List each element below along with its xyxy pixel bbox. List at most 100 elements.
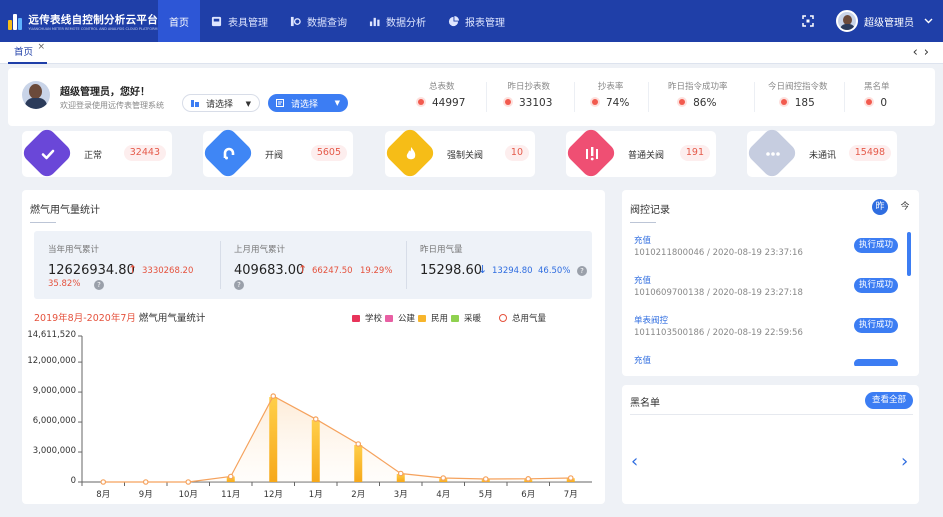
logo-icon (8, 12, 22, 30)
status-badge: 执行成功 (853, 238, 898, 253)
status-dot (679, 99, 686, 105)
x-tick-label: 2月 (351, 490, 366, 500)
card-label: 正常 (84, 151, 103, 161)
toggle-yesterday[interactable]: 昨 (872, 199, 888, 215)
nav-meter-label: 表具管理 (228, 17, 268, 29)
list-item[interactable]: 单表阀控 1011103500186 / 2020-08-19 22:59:56… (628, 312, 906, 348)
gas-summary: 当年用气累计 12626934.80 ↑ 3330268.20 35.82% ?… (34, 231, 592, 299)
record-detail: 1010609700138 / 2020-08-19 23:27:18 (634, 288, 803, 298)
status-dot (592, 99, 598, 105)
help-icon[interactable]: ? (94, 280, 104, 290)
status-card-normal-close[interactable]: 普通关阀 191 (564, 126, 716, 180)
legend-item[interactable]: 学校 (352, 312, 382, 324)
region-select[interactable]: 请选择 ▼ (182, 94, 260, 112)
welcome-panel: 超级管理员，您好！ 欢迎登录使用远传表管理系统 请选择 ▼ 请选择 ▼ 总表数 … (8, 68, 935, 126)
legend-item[interactable]: 采暖 (451, 312, 481, 324)
valve-panel-title: 阀控记录 (630, 205, 670, 216)
toggle-today[interactable]: 今 (897, 199, 913, 215)
chevron-down-icon[interactable] (924, 18, 933, 24)
status-card-normal[interactable]: 正常 32443 (20, 126, 172, 180)
stat-valve-commands: 今日阀控指令数 185 (768, 80, 828, 109)
summary-year: 当年用气累计 12626934.80 ↑ 3330268.20 35.82% ? (34, 231, 220, 299)
user-name[interactable]: 超级管理员 (864, 14, 914, 29)
top-navbar: 远传表线自控制分析云平台 YUANCHUAN METER REMOTE CONT… (0, 0, 943, 42)
view-all-button[interactable]: 查看全部 (865, 392, 914, 409)
app-logo[interactable]: 远传表线自控制分析云平台 YUANCHUAN METER REMOTE CONT… (0, 0, 158, 42)
arrow-up-icon: ↑ (298, 263, 308, 276)
check-icon (41, 149, 55, 160)
status-dot (780, 99, 787, 105)
carousel-next-icon[interactable]: › (901, 451, 908, 472)
list-item[interactable]: 充值 1010211800046 / 2020-08-19 23:37:16 执… (628, 232, 906, 268)
pie-chart-icon (448, 15, 459, 26)
card-count: 5605 (310, 145, 347, 161)
arrow-down-icon: ↓ (478, 263, 488, 276)
tab-home[interactable]: 首页 × (8, 42, 48, 64)
tab-next-icon[interactable]: › (924, 45, 935, 60)
x-tick-label: 1月 (308, 490, 323, 500)
valve-record-list: 充值 1010211800046 / 2020-08-19 23:37:16 执… (626, 232, 908, 366)
chart-title-text: 燃气用气量统计 (138, 313, 206, 324)
nav-data-analysis[interactable]: 数据分析 (358, 0, 437, 42)
nav-report-management[interactable]: 报表管理 (437, 0, 516, 42)
legend-swatch (352, 314, 360, 322)
building-icon (191, 100, 199, 107)
x-tick-label: 11月 (221, 490, 241, 500)
close-icon[interactable]: × (37, 36, 45, 58)
y-tick-label: 0 (70, 476, 76, 486)
magnet-icon (223, 147, 235, 160)
list-item[interactable]: 充值 (628, 352, 906, 366)
nav-meter-management[interactable]: 表具管理 (200, 0, 279, 42)
x-tick-label: 12月 (263, 490, 283, 500)
status-card-forced-close[interactable]: 强制关阀 10 (383, 126, 535, 180)
stat-value: 44997 (432, 97, 466, 109)
legend-label: 公建 (398, 314, 416, 324)
help-icon[interactable]: ? (234, 280, 244, 290)
legend-label: 总用气量 (512, 314, 547, 324)
record-action: 充值 (634, 356, 652, 366)
stat-label: 抄表率 (597, 82, 624, 92)
summary-last-month: 上月用气累计 409683.00 ↑ 66247.50 19.29% ? (220, 231, 406, 299)
carousel-prev-icon[interactable]: ‹ (631, 451, 638, 472)
greeting: 超级管理员，您好！ (60, 87, 150, 98)
x-tick-label: 8月 (96, 490, 111, 500)
stat-value: 33103 (519, 97, 553, 109)
nav-home-label: 首页 (169, 17, 189, 29)
legend-swatch (418, 314, 426, 322)
stat-label: 昨日指令成功率 (668, 82, 728, 92)
y-tick-label: 3,000,000 (32, 446, 76, 457)
y-tick-label: 14,611,520 (27, 330, 76, 340)
arrow-up-icon: ↑ (128, 263, 138, 276)
legend-item[interactable]: 公建 (385, 312, 415, 324)
card-count: 10 (504, 145, 529, 161)
summary-label: 上月用气累计 (234, 245, 286, 255)
legend-label: 民用 (431, 314, 449, 324)
summary-value: 12626934.80 (48, 263, 135, 278)
nav-data-query-label: 数据查询 (307, 17, 347, 29)
status-card-valve-open[interactable]: 开阀 5605 (201, 126, 353, 180)
legend-item[interactable]: 民用 (418, 312, 448, 324)
tab-prev-icon[interactable]: ‹ (913, 45, 924, 60)
record-action: 单表阀控 (634, 316, 669, 326)
help-icon[interactable]: ? (577, 266, 587, 276)
status-badge (854, 359, 898, 366)
fullscreen-icon[interactable] (802, 15, 814, 27)
data-query-icon (290, 16, 301, 26)
region-select-value: 请选择 (206, 99, 234, 110)
gas-panel-title: 燃气用气量统计 (30, 205, 100, 216)
status-card-no-communication[interactable]: 未通讯 15498 (745, 126, 897, 180)
stat-value: 86% (693, 97, 717, 109)
user-avatar[interactable] (836, 10, 858, 32)
summary-percent: 19.29% (360, 266, 393, 276)
summary-value: 15298.60 (420, 263, 483, 278)
list-item[interactable]: 充值 1010609700138 / 2020-08-19 23:27:18 执… (628, 272, 906, 308)
summary-label: 昨日用气量 (420, 245, 463, 255)
category-select[interactable]: 请选择 ▼ (268, 94, 348, 112)
legend-swatch (451, 314, 459, 322)
legend-item[interactable]: 总用气量 (499, 312, 546, 324)
nav-data-query[interactable]: 数据查询 (279, 0, 358, 42)
legend-label: 采暖 (464, 314, 482, 324)
status-dot (505, 99, 511, 105)
nav-report-label: 报表管理 (465, 17, 505, 29)
nav-home[interactable]: 首页 (158, 0, 200, 42)
